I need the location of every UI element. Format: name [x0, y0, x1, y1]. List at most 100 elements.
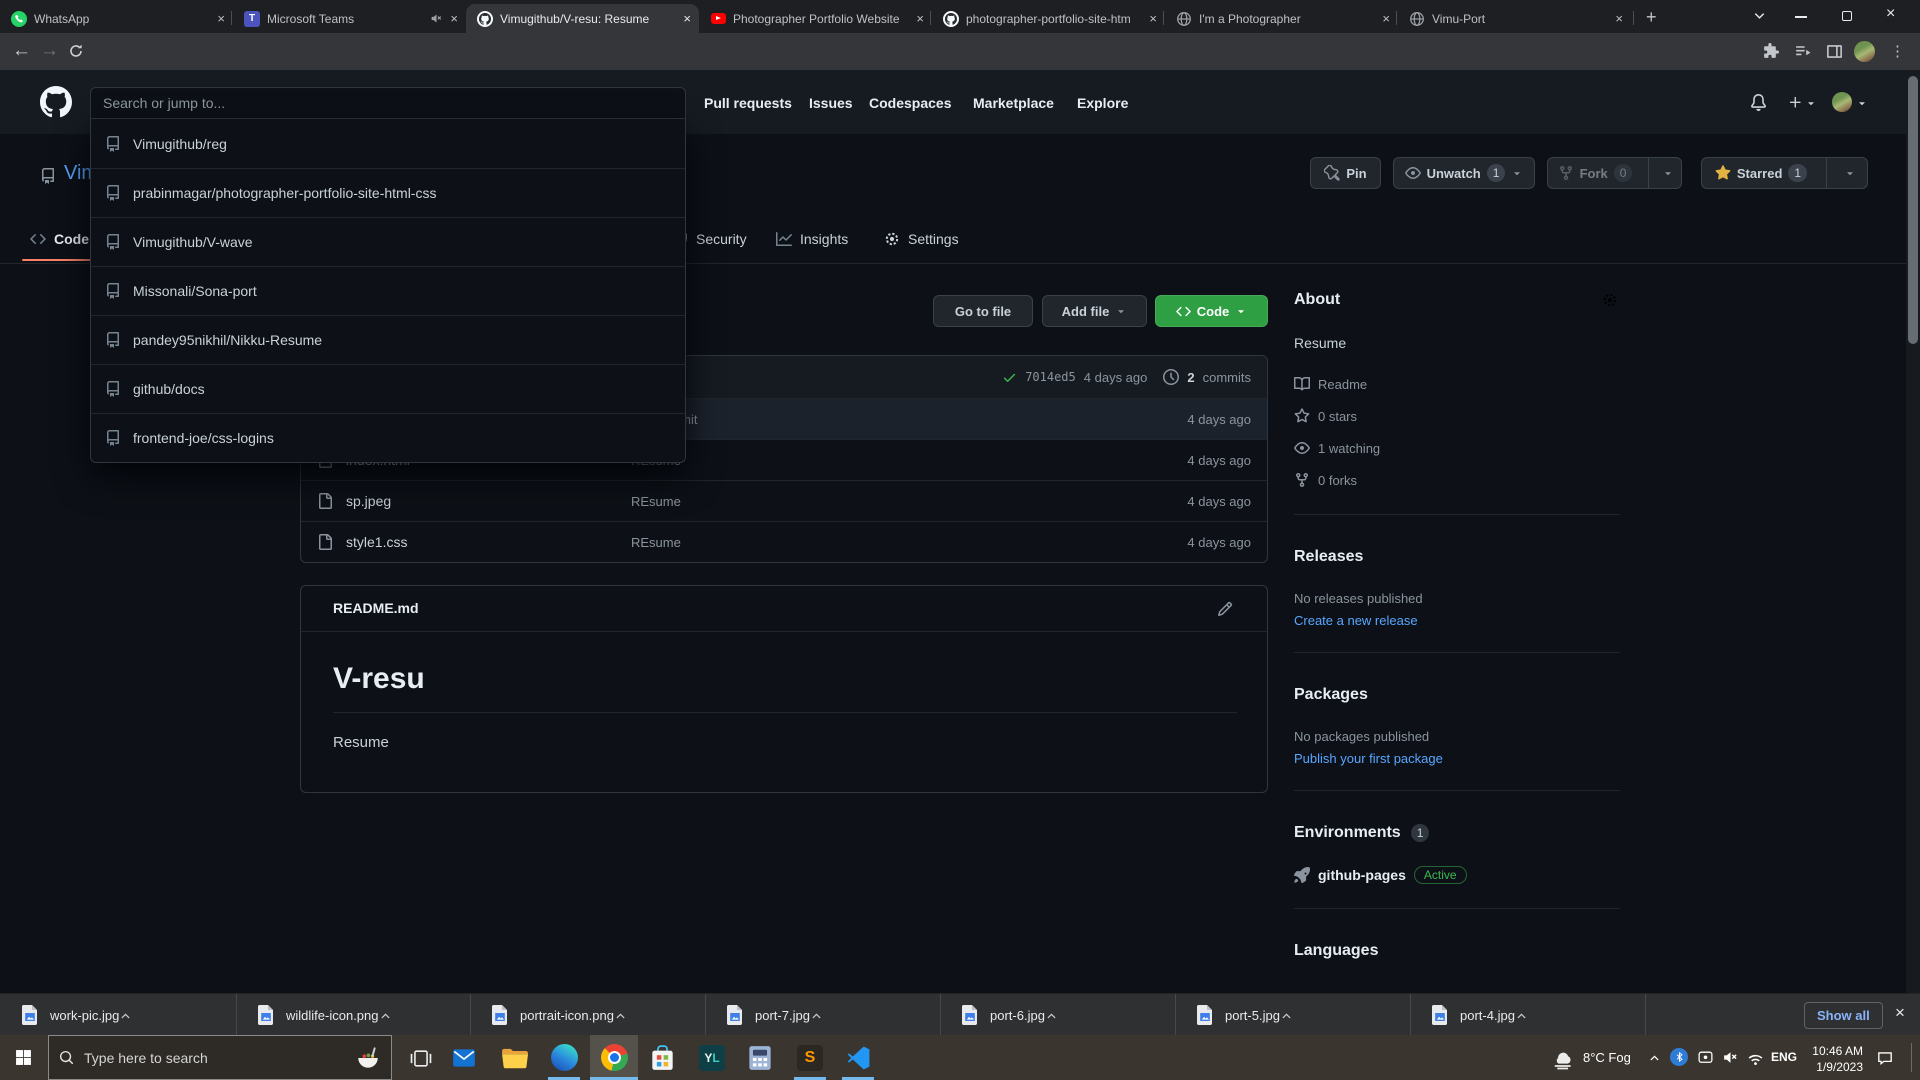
create-release-link[interactable]: Create a new release — [1294, 613, 1418, 628]
tab-vimu-port[interactable]: Vimu-Port × — [1398, 4, 1631, 33]
download-item[interactable]: portrait-icon.png — [470, 994, 705, 1036]
downloads-close-icon[interactable]: × — [1895, 1003, 1905, 1023]
file-commit-message[interactable]: REsume — [631, 494, 681, 509]
readme-filename[interactable]: README.md — [333, 600, 419, 616]
tab-close-icon[interactable]: × — [916, 11, 924, 26]
tab-teams[interactable]: T Microsoft Teams × — [233, 4, 466, 33]
tab-settings[interactable]: Settings — [884, 231, 959, 247]
wifi-icon[interactable] — [1747, 1049, 1764, 1066]
tab-whatsapp[interactable]: WhatsApp × — [0, 4, 233, 33]
tab-close-icon[interactable]: × — [1149, 11, 1157, 26]
tab-code[interactable]: Code — [30, 231, 89, 247]
window-close-button[interactable]: × — [1886, 5, 1895, 23]
window-restore-button[interactable] — [1842, 11, 1852, 21]
taskbar-sublime-icon[interactable]: S — [786, 1035, 834, 1080]
window-chevron-icon[interactable] — [1752, 9, 1767, 24]
nav-codespaces[interactable]: Codespaces — [869, 95, 951, 111]
add-file-button[interactable]: Add file — [1042, 295, 1147, 327]
taskbar-mail-icon[interactable] — [440, 1035, 488, 1080]
taskbar-store-icon[interactable] — [638, 1035, 686, 1080]
tab-insights[interactable]: Insights — [776, 231, 848, 247]
chevron-up-icon[interactable] — [1280, 1009, 1293, 1022]
task-view-icon[interactable] — [410, 1050, 432, 1067]
bluetooth-icon[interactable] — [1670, 1048, 1688, 1066]
search-highlight-food-icon[interactable] — [355, 1045, 381, 1071]
taskbar-file-explorer-icon[interactable] — [490, 1035, 538, 1080]
nav-marketplace[interactable]: Marketplace — [973, 95, 1054, 111]
search-suggestion[interactable]: frontend-joe/css-logins — [91, 413, 685, 462]
commits-label[interactable]: commits — [1203, 370, 1251, 385]
chevron-down-icon[interactable] — [1805, 97, 1817, 109]
github-logo-icon[interactable] — [40, 86, 72, 118]
forward-icon[interactable]: → — [40, 41, 59, 60]
side-panel-icon[interactable] — [1826, 43, 1843, 60]
sidebar-forks-link[interactable]: 0 forks — [1294, 472, 1357, 488]
action-center-icon[interactable] — [1876, 1049, 1894, 1067]
tab-muted-icon[interactable] — [430, 12, 443, 25]
tab-github-vresu[interactable]: Vimugithub/V-resu: Resume × — [466, 4, 699, 33]
media-controls-icon[interactable] — [1794, 43, 1811, 60]
publish-package-link[interactable]: Publish your first package — [1294, 751, 1443, 766]
window-minimize-button[interactable] — [1795, 16, 1807, 18]
search-suggestion[interactable]: Vimugithub/reg — [91, 119, 685, 168]
download-item[interactable]: port-6.jpg — [940, 994, 1175, 1036]
chevron-up-icon[interactable] — [1515, 1009, 1528, 1022]
sidebar-watching-link[interactable]: 1 watching — [1294, 440, 1380, 456]
go-to-file-button[interactable]: Go to file — [933, 295, 1033, 327]
search-suggestion[interactable]: Vimugithub/V-wave — [91, 217, 685, 266]
file-row[interactable]: sp.jpeg REsume 4 days ago — [301, 480, 1267, 521]
chevron-up-icon[interactable] — [119, 1009, 132, 1022]
sidebar-readme-link[interactable]: Readme — [1294, 376, 1367, 392]
show-desktop-divider[interactable] — [1911, 1043, 1912, 1072]
search-suggestion[interactable]: Missonali/Sona-port — [91, 266, 685, 315]
sidebar-stars-link[interactable]: 0 stars — [1294, 408, 1357, 424]
taskbar-yl-app-icon[interactable]: YL — [688, 1035, 736, 1080]
cast-display-icon[interactable] — [1697, 1049, 1714, 1066]
environment-row[interactable]: github-pages Active — [1294, 866, 1467, 884]
tab-close-icon[interactable]: × — [683, 11, 691, 26]
download-item[interactable]: work-pic.jpg — [0, 994, 235, 1036]
chevron-up-icon[interactable] — [379, 1009, 392, 1022]
download-item[interactable]: port-7.jpg — [705, 994, 940, 1036]
tab-github-portfolio[interactable]: photographer-portfolio-site-htm × — [932, 4, 1165, 33]
tab-close-icon[interactable]: × — [450, 11, 458, 26]
environment-name[interactable]: github-pages — [1318, 867, 1406, 883]
commits-count[interactable]: 2 — [1187, 370, 1194, 385]
new-tab-button[interactable]: + — [1646, 7, 1657, 28]
tab-close-icon[interactable]: × — [1615, 11, 1623, 26]
tray-chevron-up-icon[interactable] — [1648, 1051, 1661, 1064]
taskbar-chrome-icon[interactable] — [590, 1035, 638, 1080]
notifications-bell-icon[interactable] — [1750, 94, 1767, 111]
nav-explore[interactable]: Explore — [1077, 95, 1128, 111]
pin-button[interactable]: Pin — [1310, 157, 1381, 189]
file-name[interactable]: sp.jpeg — [346, 493, 391, 509]
reload-icon[interactable] — [68, 43, 84, 59]
start-button-icon[interactable] — [15, 1049, 32, 1066]
starred-dropdown[interactable] — [1833, 167, 1867, 179]
code-button[interactable]: Code — [1155, 295, 1268, 327]
search-suggestion[interactable]: prabinmagar/photographer-portfolio-site-… — [91, 168, 685, 217]
nav-pull-requests[interactable]: Pull requests — [704, 95, 792, 111]
commit-hash[interactable]: 7014ed5 — [1025, 370, 1076, 384]
file-row[interactable]: style1.css REsume 4 days ago — [301, 521, 1267, 562]
back-icon[interactable]: ← — [12, 41, 31, 60]
browser-profile-avatar[interactable] — [1854, 41, 1875, 62]
speaker-muted-icon[interactable] — [1722, 1049, 1739, 1066]
chevron-up-icon[interactable] — [810, 1009, 823, 1022]
show-all-downloads-button[interactable]: Show all — [1804, 1002, 1883, 1029]
taskbar-edge-icon[interactable] — [540, 1035, 588, 1080]
starred-button[interactable]: Starred 1 — [1701, 157, 1868, 189]
search-suggestion[interactable]: pandey95nikhil/Nikku-Resume — [91, 315, 685, 364]
chevron-down-icon[interactable] — [1856, 97, 1868, 109]
github-search-input[interactable]: Search or jump to... — [90, 87, 686, 119]
pencil-icon[interactable] — [1217, 601, 1233, 617]
weather-widget[interactable]: 8°C Fog — [1550, 1035, 1631, 1080]
fork-button[interactable]: Fork 0 — [1547, 157, 1682, 189]
language-indicator[interactable]: ENG — [1771, 1050, 1797, 1064]
file-commit-message[interactable]: REsume — [631, 535, 681, 550]
download-item[interactable]: port-5.jpg — [1175, 994, 1410, 1036]
about-gear-icon[interactable] — [1602, 292, 1618, 308]
chevron-up-icon[interactable] — [614, 1009, 627, 1022]
taskbar-calculator-icon[interactable] — [736, 1035, 784, 1080]
tab-photographer[interactable]: I'm a Photographer × — [1165, 4, 1398, 33]
